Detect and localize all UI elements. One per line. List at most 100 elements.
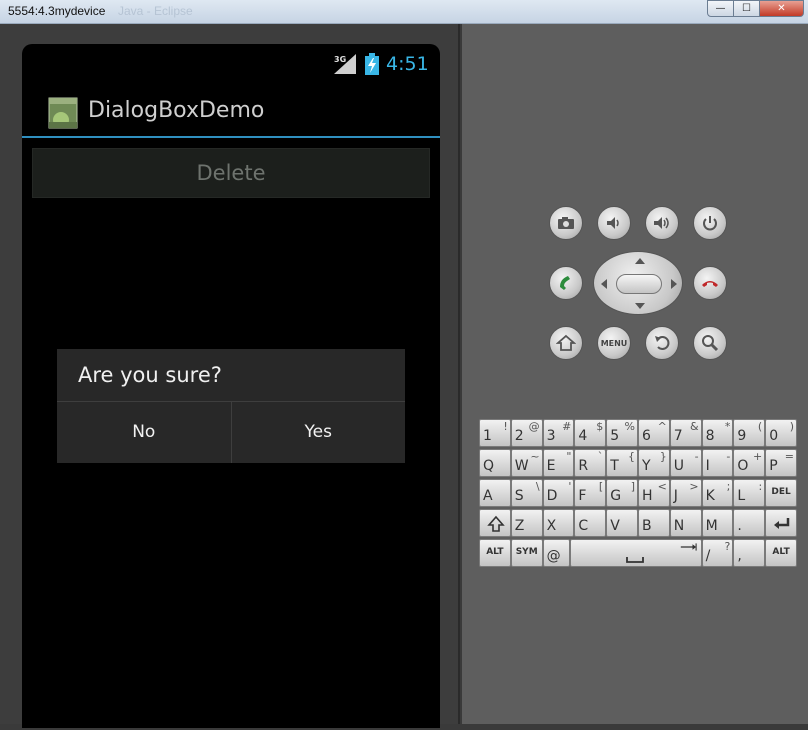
- alt-key-right[interactable]: ALT: [765, 539, 797, 567]
- key-x[interactable]: X: [542, 509, 575, 537]
- key-label: E: [546, 458, 556, 474]
- volume-up-icon: [654, 217, 669, 229]
- key-alt-label: `: [597, 450, 604, 463]
- call-icon: [560, 276, 570, 290]
- key-b[interactable]: B: [638, 509, 670, 537]
- status-bar: 3G 4:51: [22, 44, 440, 84]
- key-label: U: [673, 458, 685, 474]
- no-button[interactable]: No: [57, 402, 232, 463]
- key-label: V: [610, 518, 620, 534]
- home-button[interactable]: [549, 326, 583, 360]
- key-3[interactable]: 3 #: [542, 419, 575, 447]
- tab-icon: [680, 543, 697, 551]
- key-period[interactable]: .: [733, 509, 766, 537]
- action-bar: DialogBoxDemo: [22, 84, 440, 138]
- key-5[interactable]: 5%: [606, 419, 638, 447]
- key-z[interactable]: Z: [510, 509, 543, 537]
- hardware-keyboard: 1! 2 @3 #4 $5% 6 ^ 7 & 8 * 9(0) Q W ~ E " R ` T{Y} U - I - O + P = A…: [479, 419, 797, 577]
- key-q[interactable]: Q: [479, 449, 511, 477]
- sym-key[interactable]: SYM: [510, 539, 543, 567]
- key-alt-label: %: [624, 420, 635, 433]
- delete-button[interactable]: Delete: [32, 148, 430, 198]
- key-alt-label: ": [566, 450, 572, 463]
- key-w[interactable]: W ~: [510, 449, 543, 477]
- key-9[interactable]: 9(: [733, 419, 766, 447]
- key-comma[interactable]: ,: [733, 539, 766, 567]
- dpad[interactable]: [593, 251, 683, 315]
- key-at[interactable]: @: [542, 539, 570, 567]
- key-alt-label: >: [689, 480, 699, 493]
- key-k[interactable]: K;: [701, 479, 734, 507]
- key-label: G: [610, 488, 622, 504]
- dpad-center-button[interactable]: [616, 274, 662, 294]
- key-1[interactable]: 1!: [479, 419, 511, 447]
- space-icon: [625, 557, 644, 563]
- key-n[interactable]: N: [669, 509, 702, 537]
- minimize-button[interactable]: —: [707, 0, 734, 17]
- key-label: DEL: [771, 487, 791, 497]
- delete-key[interactable]: DEL: [765, 479, 797, 507]
- key-e[interactable]: E ": [542, 449, 575, 477]
- alt-key-left[interactable]: ALT: [479, 539, 511, 567]
- key-y[interactable]: Y}: [638, 449, 670, 477]
- key-label: I: [705, 458, 710, 474]
- menu-button[interactable]: MENU: [597, 326, 631, 360]
- shift-icon: [487, 515, 505, 532]
- key-m[interactable]: M: [701, 509, 734, 537]
- key-c[interactable]: C: [574, 509, 607, 537]
- space-key[interactable]: [569, 539, 702, 567]
- key-8[interactable]: 8 *: [701, 419, 734, 447]
- call-button[interactable]: [549, 266, 583, 300]
- key-2[interactable]: 2 @: [510, 419, 543, 447]
- key-r[interactable]: R `: [574, 449, 607, 477]
- key-f[interactable]: F[: [574, 479, 607, 507]
- key-4[interactable]: 4 $: [574, 419, 607, 447]
- close-button[interactable]: ✕: [760, 0, 804, 17]
- key-0[interactable]: 0): [765, 419, 797, 447]
- volume-down-button[interactable]: [597, 206, 631, 240]
- key-alt-label: ;: [726, 480, 731, 493]
- dpad-up-arrow-icon[interactable]: [635, 258, 645, 264]
- key-alt-label: =: [784, 450, 794, 463]
- camera-icon: [558, 217, 574, 229]
- key-a[interactable]: A: [479, 479, 511, 507]
- key-h[interactable]: H <: [638, 479, 670, 507]
- key-d[interactable]: D ': [542, 479, 575, 507]
- dpad-right-arrow-icon[interactable]: [671, 279, 677, 289]
- maximize-button[interactable]: ☐: [734, 0, 760, 17]
- key-label: O: [737, 458, 749, 474]
- key-6[interactable]: 6 ^: [638, 419, 670, 447]
- enter-key[interactable]: [765, 509, 797, 537]
- search-button[interactable]: [693, 326, 727, 360]
- key-label: 2: [514, 428, 524, 444]
- key-p[interactable]: P =: [765, 449, 797, 477]
- android-app-icon[interactable]: [48, 96, 78, 130]
- key-j[interactable]: J >: [669, 479, 702, 507]
- dpad-down-arrow-icon[interactable]: [635, 303, 645, 309]
- key-label: T: [610, 458, 619, 474]
- key-label: X: [546, 518, 557, 534]
- back-button[interactable]: [645, 326, 679, 360]
- key-alt-label: \: [535, 480, 540, 493]
- key-v[interactable]: V: [606, 509, 638, 537]
- yes-button[interactable]: Yes: [232, 402, 406, 463]
- key-t[interactable]: T{: [606, 449, 638, 477]
- key-slash[interactable]: /?: [701, 539, 734, 567]
- shift-key[interactable]: [479, 509, 511, 537]
- dpad-left-arrow-icon[interactable]: [601, 279, 607, 289]
- key-s[interactable]: S \: [510, 479, 543, 507]
- key-u[interactable]: U-: [669, 449, 702, 477]
- key-alt-label: #: [562, 420, 572, 433]
- camera-button[interactable]: [549, 206, 583, 240]
- key-o[interactable]: O +: [733, 449, 766, 477]
- key-g[interactable]: G]: [606, 479, 638, 507]
- key-l[interactable]: L:: [733, 479, 766, 507]
- window-title: 5554:4.3mydevice: [8, 4, 106, 18]
- key-i[interactable]: I-: [701, 449, 734, 477]
- key-7[interactable]: 7 &: [669, 419, 702, 447]
- key-alt-label: <: [657, 480, 667, 493]
- volume-up-button[interactable]: [645, 206, 679, 240]
- power-button[interactable]: [693, 206, 727, 240]
- end-call-button[interactable]: [693, 266, 727, 300]
- search-icon: [702, 335, 719, 352]
